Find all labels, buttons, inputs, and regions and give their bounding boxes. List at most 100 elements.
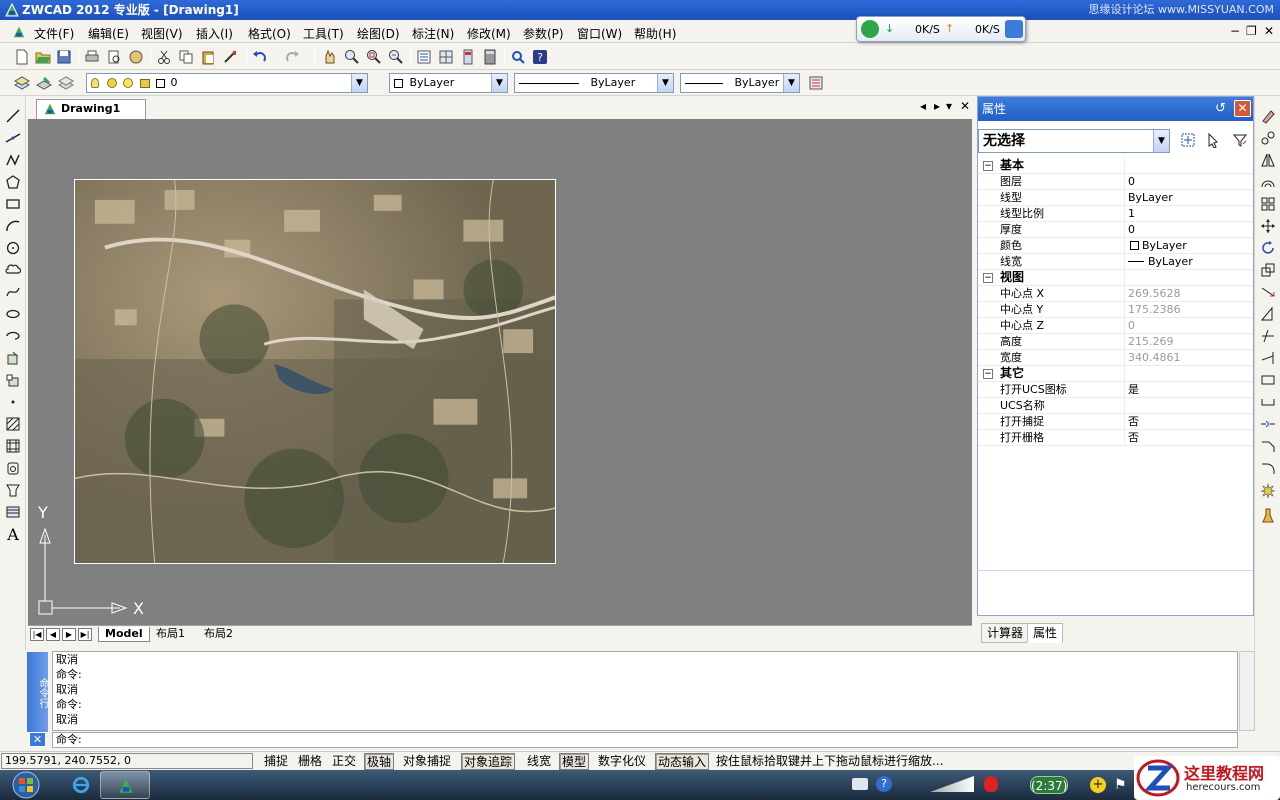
join-icon[interactable] (1258, 414, 1278, 434)
tab-drawing1[interactable]: Drawing1 (36, 99, 146, 119)
table-icon[interactable] (3, 480, 23, 500)
keyboard-tray-icon[interactable] (852, 778, 868, 790)
xline-icon[interactable] (3, 128, 23, 148)
polyline-icon[interactable] (3, 150, 23, 170)
category-view[interactable]: − 视图 (978, 270, 1253, 286)
signal-tray-icon[interactable] (930, 776, 974, 792)
trim-icon[interactable] (1258, 326, 1278, 346)
help-tray-icon[interactable]: ? (876, 776, 892, 792)
design-center-button[interactable] (436, 47, 456, 67)
doc-restore-button[interactable]: ❐ (1246, 24, 1257, 38)
menu-modify[interactable]: 修改(M) (467, 25, 511, 42)
dynamic-input-toggle[interactable]: 动态输入 (655, 753, 710, 770)
doc-menu-icon[interactable] (12, 25, 26, 39)
polar-toggle[interactable]: 极轴 (364, 753, 395, 770)
fillet-icon[interactable] (1258, 458, 1278, 478)
menu-help[interactable]: 帮助(H) (634, 25, 676, 42)
ellipse-arc-icon[interactable] (3, 326, 23, 346)
extend-icon[interactable] (1258, 348, 1278, 368)
category-basic[interactable]: − 基本 (978, 158, 1253, 174)
zoom-previous-button[interactable] (386, 47, 406, 67)
tab-properties[interactable]: 属性 (1027, 623, 1064, 643)
save-button[interactable] (54, 47, 74, 67)
properties-button[interactable] (414, 47, 434, 67)
point-icon[interactable] (3, 392, 23, 412)
property-row[interactable]: 线宽 ByLayer (978, 254, 1253, 270)
last-layout-icon[interactable]: ▶| (78, 628, 92, 641)
quick-select-icon[interactable] (1230, 130, 1250, 150)
hatch-icon[interactable] (3, 414, 23, 434)
paint-icon[interactable] (1258, 506, 1278, 526)
property-row[interactable]: 线型 ByLayer (978, 190, 1253, 206)
match-properties-button[interactable] (220, 47, 240, 67)
table-grid-icon[interactable] (3, 502, 23, 522)
cut-button[interactable] (154, 47, 174, 67)
polygon-icon[interactable] (3, 172, 23, 192)
region-icon[interactable] (3, 458, 23, 478)
next-layout-icon[interactable]: ▶ (62, 628, 76, 641)
menu-view[interactable]: 视图(V) (141, 25, 183, 42)
arc-icon[interactable] (3, 216, 23, 236)
property-row[interactable]: 图层 0 (978, 174, 1253, 190)
redo-button[interactable] (282, 47, 302, 67)
tab-close-icon[interactable]: ✕ (960, 99, 970, 113)
property-row[interactable]: 打开捕捉否 (978, 414, 1253, 430)
menu-dimension[interactable]: 标注(N) (412, 25, 454, 42)
pan-button[interactable] (320, 47, 340, 67)
linetype-dropdown[interactable]: ByLayer ▼ (514, 73, 674, 93)
tab-scroll-right-icon[interactable]: ▸ (934, 99, 940, 113)
tab-model[interactable]: Model (98, 627, 150, 642)
print-button[interactable] (82, 47, 102, 67)
doc-minimize-button[interactable]: − (1230, 24, 1240, 38)
copy-button[interactable] (176, 47, 196, 67)
copy-object-icon[interactable] (1258, 128, 1278, 148)
coordinate-readout[interactable]: 199.5791, 240.7552, 0 (1, 753, 253, 769)
grid-toggle[interactable]: 栅格 (296, 753, 324, 770)
layer-manager-button[interactable] (12, 73, 32, 93)
break-at-point-icon[interactable] (1258, 392, 1278, 412)
undo-button[interactable] (250, 47, 270, 67)
tab-layout2[interactable]: 布局2 (198, 627, 239, 642)
property-row[interactable]: 中心点 Y 175.2386 (978, 302, 1253, 318)
property-row[interactable]: 颜色 ByLayer (978, 238, 1253, 254)
menu-draw[interactable]: 绘图(D) (357, 25, 400, 42)
collapse-icon[interactable]: − (983, 273, 993, 283)
collapse-icon[interactable]: − (983, 161, 993, 171)
layer-dropdown[interactable]: 0 ▼ (86, 73, 368, 93)
property-row[interactable]: 中心点 Z0 (978, 318, 1253, 334)
make-block-icon[interactable] (3, 370, 23, 390)
print-preview-button[interactable] (104, 47, 124, 67)
menu-tools[interactable]: 工具(T) (303, 25, 344, 42)
calculator-button[interactable] (480, 47, 500, 67)
multiline-text-icon[interactable]: A (3, 524, 23, 544)
paste-button[interactable] (198, 47, 218, 67)
snap-toggle[interactable]: 捕捉 (262, 753, 290, 770)
chamfer-icon[interactable] (1258, 436, 1278, 456)
first-layout-icon[interactable]: |◀ (30, 628, 44, 641)
scale-icon[interactable] (1258, 260, 1278, 280)
property-row[interactable]: 线型比例 1 (978, 206, 1253, 222)
pin-icon[interactable]: ↺ (1212, 100, 1229, 117)
lengthen-icon[interactable] (1258, 304, 1278, 324)
lineweight-dropdown[interactable]: ByLayer ▼ (680, 73, 800, 93)
zoom-window-button[interactable] (364, 47, 384, 67)
new-file-button[interactable] (12, 47, 32, 67)
layer-previous-button[interactable] (56, 73, 76, 93)
otrack-toggle[interactable]: 对象追踪 (461, 753, 516, 770)
stretch-icon[interactable] (1258, 282, 1278, 302)
lineweight-toggle[interactable]: 线宽 (525, 753, 553, 770)
ellipse-icon[interactable] (3, 304, 23, 324)
tool-palette-button[interactable] (458, 47, 478, 67)
property-row[interactable]: 中心点 X 269.5628 (978, 286, 1253, 302)
mirror-icon[interactable] (1258, 150, 1278, 170)
property-row[interactable]: UCS名称 (978, 398, 1253, 414)
find-button[interactable] (508, 47, 528, 67)
collapse-icon[interactable]: − (983, 369, 993, 379)
category-misc[interactable]: − 其它 (978, 366, 1253, 382)
menu-window[interactable]: 窗口(W) (577, 25, 622, 42)
browser-icon[interactable] (1005, 20, 1023, 38)
close-icon[interactable]: ✕ (1234, 100, 1251, 117)
menu-format[interactable]: 格式(O) (248, 25, 291, 42)
command-input[interactable]: 命令: (52, 732, 1238, 748)
tablet-toggle[interactable]: 数字化仪 (596, 753, 648, 770)
